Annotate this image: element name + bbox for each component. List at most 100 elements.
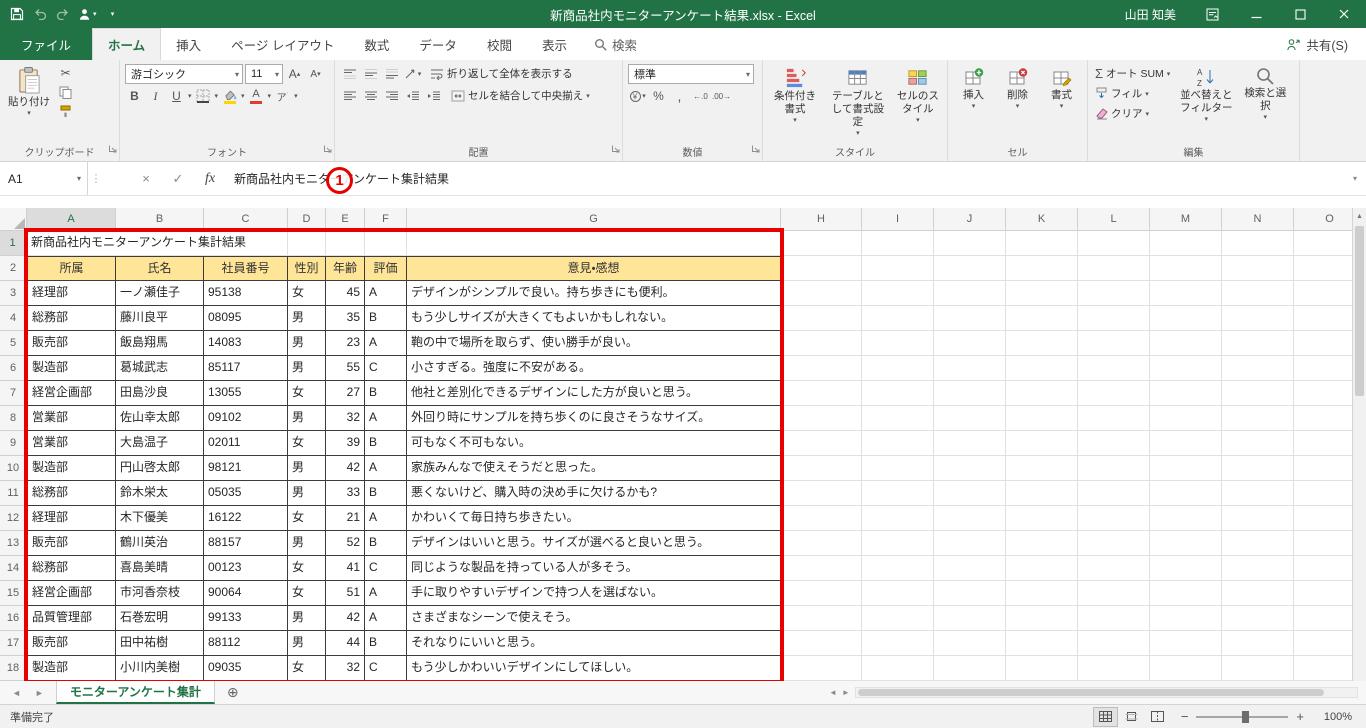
cell-K15[interactable] — [1006, 581, 1078, 606]
dialog-launcher-icon[interactable] — [751, 140, 760, 158]
cell-E14[interactable]: 41 — [326, 556, 365, 581]
cell-M18[interactable] — [1150, 656, 1222, 681]
cancel-formula-icon[interactable]: × — [130, 162, 162, 195]
cell-K7[interactable] — [1006, 381, 1078, 406]
fill-button[interactable]: フィル ▾ — [1093, 84, 1172, 103]
cell-A15[interactable]: 経営企画部 — [27, 581, 116, 606]
cell-E8[interactable]: 32 — [326, 406, 365, 431]
cell-N18[interactable] — [1222, 656, 1294, 681]
align-left-icon[interactable] — [340, 87, 359, 105]
cell-N8[interactable] — [1222, 406, 1294, 431]
row-header-3[interactable]: 3 — [0, 281, 27, 306]
number-format-select[interactable]: 標準 ▾ — [628, 64, 754, 84]
cell-A1[interactable]: 新商品社内モニターアンケート集計結果 — [27, 231, 288, 256]
cell-E2[interactable]: 年齢 — [326, 256, 365, 281]
zoom-out-icon[interactable]: − — [1181, 709, 1189, 724]
page-layout-view-icon[interactable] — [1120, 708, 1143, 726]
cell-B11[interactable]: 鈴木栄太 — [116, 481, 204, 506]
cell-B7[interactable]: 田島沙良 — [116, 381, 204, 406]
column-header-I[interactable]: I — [862, 208, 934, 231]
column-header-N[interactable]: N — [1222, 208, 1294, 231]
qat-customize-icon[interactable]: ▾ — [104, 4, 120, 24]
enter-formula-icon[interactable]: ✓ — [162, 162, 194, 195]
cell-N4[interactable] — [1222, 306, 1294, 331]
cell-G5[interactable]: 鞄の中で場所を取らず、使い勝手が良い。 — [407, 331, 781, 356]
cell-M6[interactable] — [1150, 356, 1222, 381]
cell-B2[interactable]: 氏名 — [116, 256, 204, 281]
cell-J15[interactable] — [934, 581, 1006, 606]
column-header-F[interactable]: F — [365, 208, 407, 231]
cell-J3[interactable] — [934, 281, 1006, 306]
cell-B8[interactable]: 佐山幸太郎 — [116, 406, 204, 431]
name-box[interactable]: A1 ▾ — [0, 162, 88, 195]
cell-H11[interactable] — [781, 481, 862, 506]
column-header-G[interactable]: G — [407, 208, 781, 231]
select-all-button[interactable] — [0, 208, 27, 231]
cell-D2[interactable]: 性別 — [288, 256, 326, 281]
cell-L11[interactable] — [1078, 481, 1150, 506]
sheet-tab-active[interactable]: モニターアンケート集計 — [55, 681, 215, 704]
column-header-B[interactable]: B — [116, 208, 204, 231]
row-header-2[interactable]: 2 — [0, 256, 27, 281]
cell-F18[interactable]: C — [365, 656, 407, 681]
cell-A9[interactable]: 営業部 — [27, 431, 116, 456]
cell-G14[interactable]: 同じような製品を持っている人が多そう。 — [407, 556, 781, 581]
cell-M14[interactable] — [1150, 556, 1222, 581]
cell-B4[interactable]: 藤川良平 — [116, 306, 204, 331]
minimize-button[interactable] — [1234, 0, 1278, 28]
cell-M1[interactable] — [1150, 231, 1222, 256]
font-color-button[interactable]: A — [247, 87, 266, 105]
cell-J8[interactable] — [934, 406, 1006, 431]
cell-N9[interactable] — [1222, 431, 1294, 456]
cell-N5[interactable] — [1222, 331, 1294, 356]
cell-C12[interactable]: 16122 — [204, 506, 288, 531]
formula-content[interactable]: 新商品社内モニターアンケート集計結果 — [226, 170, 1344, 187]
cell-E1[interactable] — [326, 231, 365, 256]
row-header-14[interactable]: 14 — [0, 556, 27, 581]
decrease-font-size-button[interactable]: A ▾ — [306, 65, 325, 83]
cell-A12[interactable]: 経理部 — [27, 506, 116, 531]
cell-I16[interactable] — [862, 606, 934, 631]
paste-button[interactable]: 貼り付け ▾ — [5, 64, 53, 145]
cell-G13[interactable]: デザインはいいと思う。サイズが選べると良いと思う。 — [407, 531, 781, 556]
cell-H12[interactable] — [781, 506, 862, 531]
cell-G17[interactable]: それなりにいいと思う。 — [407, 631, 781, 656]
row-header-7[interactable]: 7 — [0, 381, 27, 406]
cell-E17[interactable]: 44 — [326, 631, 365, 656]
formula-bar-splitter[interactable]: ⋮ — [88, 172, 104, 185]
cell-H1[interactable] — [781, 231, 862, 256]
hscroll-right-icon[interactable]: ► — [842, 688, 850, 697]
cell-A3[interactable]: 経理部 — [27, 281, 116, 306]
cell-I13[interactable] — [862, 531, 934, 556]
dialog-launcher-icon[interactable] — [611, 140, 620, 158]
normal-view-icon[interactable] — [1092, 706, 1118, 727]
cell-F12[interactable]: A — [365, 506, 407, 531]
cell-I2[interactable] — [862, 256, 934, 281]
cell-F1[interactable] — [365, 231, 407, 256]
chevron-down-icon[interactable]: ▾ — [215, 92, 219, 100]
cell-G4[interactable]: もう少しサイズが大きくてもよいかもしれない。 — [407, 306, 781, 331]
cell-A11[interactable]: 総務部 — [27, 481, 116, 506]
cell-F17[interactable]: B — [365, 631, 407, 656]
hscroll-thumb[interactable] — [857, 689, 1324, 696]
cell-A2[interactable]: 所属 — [27, 256, 116, 281]
fill-color-button[interactable] — [220, 87, 239, 105]
new-sheet-icon[interactable]: ⊕ — [215, 681, 251, 704]
cell-B9[interactable]: 大島温子 — [116, 431, 204, 456]
cell-E16[interactable]: 42 — [326, 606, 365, 631]
cell-K11[interactable] — [1006, 481, 1078, 506]
chevron-down-icon[interactable]: ▾ — [294, 92, 298, 100]
cell-G7[interactable]: 他社と差別化できるデザインにした方が良いと思う。 — [407, 381, 781, 406]
format-cells-button[interactable]: 書式 ▾ — [1041, 64, 1082, 145]
row-header-1[interactable]: 1 — [0, 231, 27, 256]
cell-A5[interactable]: 販売部 — [27, 331, 116, 356]
cell-F13[interactable]: B — [365, 531, 407, 556]
cell-I6[interactable] — [862, 356, 934, 381]
font-name-select[interactable]: 游ゴシック ▾ — [125, 64, 243, 84]
cell-G6[interactable]: 小さすぎる。強度に不安がある。 — [407, 356, 781, 381]
column-header-H[interactable]: H — [781, 208, 862, 231]
copy-icon[interactable] — [56, 83, 75, 101]
sheet-next-icon[interactable]: ► — [35, 688, 44, 698]
cell-L2[interactable] — [1078, 256, 1150, 281]
cell-B18[interactable]: 小川内美樹 — [116, 656, 204, 681]
